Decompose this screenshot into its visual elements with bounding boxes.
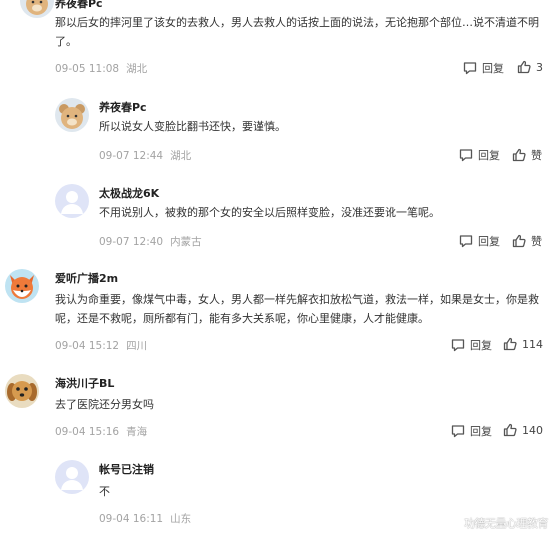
comment-author[interactable]: 养夜春Pc: [99, 99, 147, 115]
avatar[interactable]: [55, 460, 89, 494]
comment-text: 不用说别人，被救的那个女的安全以后照样变脸，没准还要讹一笔呢。: [99, 206, 440, 219]
comment-bubble-icon: [459, 235, 473, 248]
comment-date: 09-05 11:08: [55, 63, 120, 75]
comment-date: 09-04 15:12: [55, 340, 120, 352]
like-count: 114: [522, 337, 543, 351]
avatar[interactable]: [5, 269, 39, 303]
comment-location: 山东: [170, 513, 192, 525]
reply-label: 回复: [478, 149, 500, 162]
comment-text: 那以后女的摔河里了该女的去救人，男人去救人的话按上面的说法，无论抱那个部位…说不…: [55, 16, 539, 48]
comment-location: 青海: [126, 426, 148, 438]
default-user-icon: [55, 184, 89, 218]
reply-button[interactable]: 回复: [451, 337, 492, 353]
thumbs-up-icon: [503, 423, 517, 437]
comment-location: 四川: [126, 340, 148, 352]
comment-meta: 09-04 15:16 青海: [55, 424, 147, 439]
comment-author[interactable]: 养夜春Pc: [55, 0, 103, 11]
comment-location: 内蒙古: [170, 236, 202, 248]
comment-author[interactable]: 海洪川子BL: [55, 375, 114, 391]
like-button[interactable]: 3: [517, 60, 543, 74]
like-count: 赞: [531, 149, 542, 162]
comment-location: 湖北: [126, 63, 148, 75]
like-button[interactable]: 114: [503, 337, 543, 351]
reply-label: 回复: [478, 235, 500, 248]
comment-date: 09-07 12:44: [99, 150, 164, 162]
reply-label: 回复: [482, 62, 504, 75]
comment-date: 09-04 16:11: [99, 513, 164, 525]
comment-meta: 09-07 12:44 湖北: [99, 148, 191, 163]
like-button[interactable]: 赞: [512, 233, 542, 249]
like-button[interactable]: 140: [503, 423, 543, 437]
reply-button[interactable]: 回复: [459, 233, 500, 249]
bear-avatar-icon: [20, 0, 54, 18]
like-count: 3: [536, 60, 543, 74]
like-button[interactable]: 赞: [512, 147, 542, 163]
comment-text: 去了医院还分男女吗: [55, 398, 154, 411]
thumbs-up-icon: [512, 234, 526, 248]
comment-text: 不: [99, 485, 110, 498]
reply-label: 回复: [470, 339, 492, 352]
comment-bubble-icon: [463, 62, 477, 75]
comment-meta: 09-07 12:40 内蒙古: [99, 234, 202, 249]
comment-author[interactable]: 爱听广播2m: [55, 270, 118, 286]
comment-date: 09-04 15:16: [55, 426, 120, 438]
default-user-icon: [55, 460, 89, 494]
bear-avatar-icon: [55, 98, 89, 132]
comment-date: 09-07 12:40: [99, 236, 164, 248]
like-count: 140: [522, 423, 543, 437]
fox-avatar-icon: [5, 269, 39, 303]
comment-author[interactable]: 太极战龙6K: [99, 185, 159, 201]
reply-button[interactable]: 回复: [451, 423, 492, 439]
comment-location: 湖北: [170, 150, 192, 162]
reply-label: 回复: [470, 425, 492, 438]
reply-button[interactable]: 回复: [459, 147, 500, 163]
thumbs-up-icon: [503, 337, 517, 351]
comment-bubble-icon: [459, 149, 473, 162]
avatar[interactable]: [55, 184, 89, 218]
comment-author[interactable]: 帐号已注销: [99, 461, 154, 477]
avatar[interactable]: [5, 374, 39, 408]
comment-bubble-icon: [451, 425, 465, 438]
like-count: 赞: [531, 235, 542, 248]
avatar[interactable]: [20, 0, 54, 18]
comment-meta: 09-05 11:08 湖北: [55, 61, 147, 76]
thumbs-up-icon: [512, 148, 526, 162]
comment-text: 所以说女人变脸比翻书还快，要谨慎。: [99, 120, 286, 133]
comment-bubble-icon: [451, 339, 465, 352]
reply-button[interactable]: 回复: [463, 60, 504, 76]
comment-text: 我认为命重要，像煤气中毒，女人，男人都一样先解衣扣放松气道，救法一样，如果是女士…: [55, 293, 539, 325]
thumbs-up-icon: [517, 60, 531, 74]
watermark-text: 功德无量心理教育: [464, 517, 549, 530]
avatar[interactable]: [55, 98, 89, 132]
comment-meta: 09-04 15:12 四川: [55, 338, 147, 353]
dog-avatar-icon: [5, 374, 39, 408]
comment-meta: 09-04 16:11 山东: [99, 511, 191, 526]
